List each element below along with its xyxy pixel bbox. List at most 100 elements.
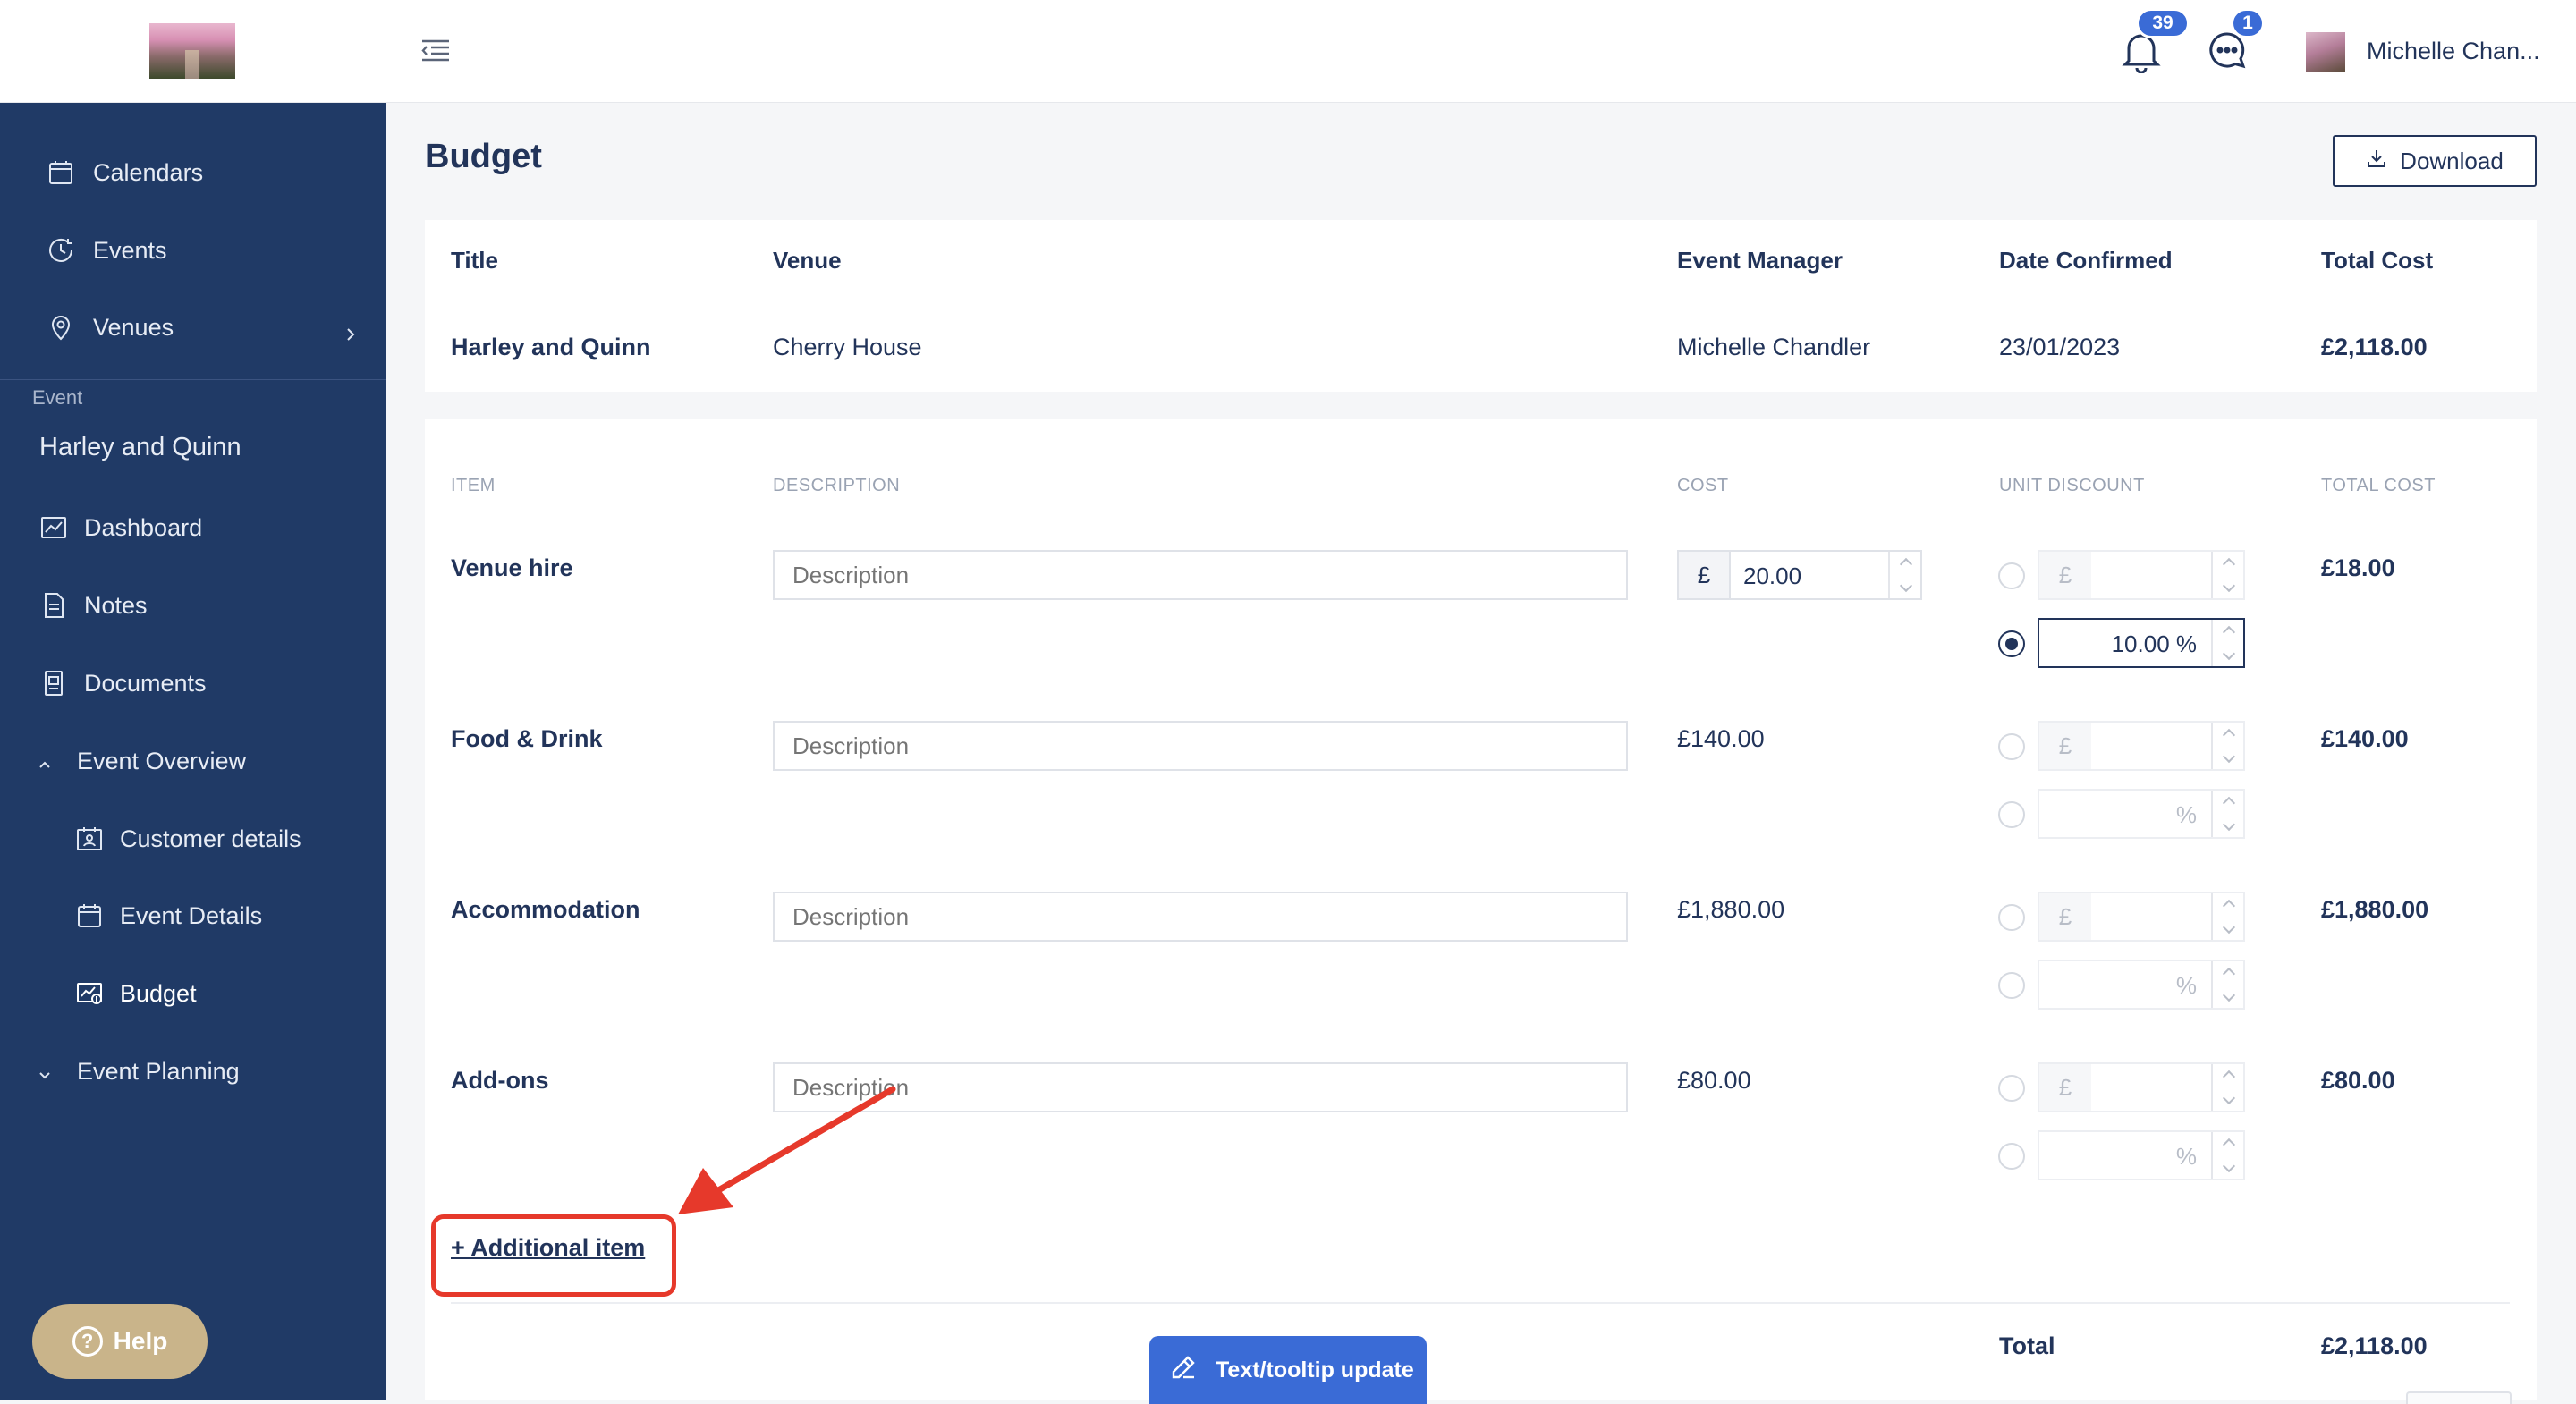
discount-amount-input[interactable]: £: [2038, 892, 2245, 942]
number-stepper[interactable]: [2211, 723, 2243, 769]
download-label: Download: [2400, 147, 2504, 174]
sidebar-item-label: Events: [93, 236, 167, 264]
sidebar-item-customer-details[interactable]: Customer details: [0, 812, 386, 866]
sidebar-item-documents[interactable]: Documents: [0, 656, 386, 710]
summary-manager: Michelle Chandler: [1677, 334, 1871, 360]
sidebar-item-event-details[interactable]: Event Details: [0, 889, 386, 943]
tooltip-update-label: Text/tooltip update: [1216, 1357, 1414, 1383]
contact-card-icon: [75, 825, 104, 853]
number-stepper[interactable]: [2211, 791, 2243, 837]
line-total: £1,880.00: [2321, 896, 2429, 923]
cost-value: £1,880.00: [1677, 896, 1785, 923]
sidebar-item-calendars[interactable]: Calendars: [0, 146, 386, 199]
header-total-cost: Total Cost: [2321, 247, 2434, 274]
sidebar-item-label: Customer details: [120, 825, 301, 852]
number-stepper[interactable]: [2211, 552, 2243, 598]
sidebar-item-label: Documents: [84, 669, 207, 697]
discount-percent-input[interactable]: 10.00 %: [2038, 618, 2245, 668]
calendar-icon: [47, 158, 75, 187]
description-input[interactable]: [773, 892, 1628, 942]
header-event-manager: Event Manager: [1677, 247, 1843, 274]
number-stepper[interactable]: [2211, 893, 2243, 940]
line-total: £80.00: [2321, 1067, 2395, 1094]
line-total: £18.00: [2321, 554, 2395, 581]
sidebar-item-events[interactable]: Events: [0, 224, 386, 277]
discount-percent-value: 10.00 %: [2111, 630, 2197, 657]
discount-amount-input[interactable]: £: [2038, 550, 2245, 600]
discount-percent-input[interactable]: %: [2038, 789, 2245, 839]
discount-amount-radio[interactable]: [1998, 1075, 2025, 1102]
number-stepper[interactable]: [2211, 961, 2243, 1008]
calendar-icon: [75, 901, 104, 930]
sidebar-item-label: Event Planning: [77, 1057, 240, 1085]
sidebar-item-notes[interactable]: Notes: [0, 579, 386, 632]
menu-collapse-icon[interactable]: [419, 34, 453, 68]
currency-prefix: £: [1679, 552, 1731, 598]
discount-percent-radio[interactable]: [1998, 1143, 2025, 1170]
sidebar-item-event-planning[interactable]: Event Planning: [0, 1045, 386, 1098]
summary-venue: Cherry House: [773, 334, 922, 360]
event-summary-card: Title Venue Event Manager Date Confirmed…: [425, 220, 2537, 392]
logo-area: [0, 0, 386, 103]
top-bar: 39 1 Michelle Chan...: [386, 0, 2576, 103]
discount-percent-input[interactable]: %: [2038, 960, 2245, 1010]
chevron-up-icon: [36, 752, 54, 770]
description-input[interactable]: [773, 721, 1628, 771]
sidebar-item-label: Notes: [84, 591, 148, 619]
currency-prefix: £: [2039, 1064, 2091, 1111]
currency-prefix: £: [2039, 723, 2091, 769]
company-logo[interactable]: [149, 23, 235, 79]
grand-total-value: £2,118.00: [2321, 1332, 2428, 1359]
line-total: £140.00: [2321, 725, 2409, 752]
description-input[interactable]: [773, 550, 1628, 600]
footer-action-button[interactable]: [2406, 1391, 2512, 1404]
chevron-down-icon: [36, 1062, 54, 1080]
discount-percent-radio[interactable]: [1998, 801, 2025, 828]
sidebar-item-budget[interactable]: Budget: [0, 967, 386, 1020]
avatar[interactable]: [2306, 32, 2345, 72]
location-pin-icon: [47, 313, 75, 342]
column-header-cost: COST: [1677, 476, 1729, 495]
chart-icon: [39, 513, 68, 542]
sidebar-item-label: Dashboard: [84, 513, 203, 541]
notes-icon: [39, 591, 68, 620]
user-name[interactable]: Michelle Chan...: [2367, 38, 2540, 65]
discount-percent-input[interactable]: %: [2038, 1130, 2245, 1180]
sidebar-item-event-overview[interactable]: Event Overview: [0, 734, 386, 788]
download-button[interactable]: Download: [2333, 135, 2537, 187]
item-name-venue-hire: Venue hire: [451, 554, 573, 581]
download-icon: [2366, 148, 2387, 175]
cost-value: £80.00: [1677, 1067, 1751, 1094]
column-header-total-cost: TOTAL COST: [2321, 476, 2436, 495]
header-title: Title: [451, 247, 498, 274]
text-tooltip-update-button[interactable]: Text/tooltip update: [1149, 1336, 1427, 1404]
question-icon: ?: [72, 1326, 103, 1357]
sidebar-event-name: Harley and Quinn: [39, 433, 242, 461]
clock-icon: [47, 236, 75, 265]
number-stepper[interactable]: [2211, 1132, 2243, 1179]
discount-amount-radio[interactable]: [1998, 562, 2025, 589]
number-stepper[interactable]: [2211, 620, 2243, 666]
discount-amount-input[interactable]: £: [2038, 1062, 2245, 1112]
sidebar-item-venues[interactable]: Venues: [0, 300, 386, 354]
sidebar-item-dashboard[interactable]: Dashboard: [0, 501, 386, 554]
sidebar-item-label: Event Overview: [77, 747, 247, 774]
header-date-confirmed: Date Confirmed: [1999, 247, 2173, 274]
number-stepper[interactable]: [1888, 552, 1920, 598]
discount-percent-radio[interactable]: [1998, 630, 2025, 657]
sidebar-section-label: Event: [32, 386, 83, 409]
percent-suffix: %: [2175, 801, 2197, 828]
cost-value: £140.00: [1677, 725, 1765, 752]
discount-amount-input[interactable]: £: [2038, 721, 2245, 771]
chevron-right-icon: [343, 320, 358, 341]
help-button[interactable]: ? Help: [32, 1304, 208, 1379]
number-stepper[interactable]: [2211, 1064, 2243, 1111]
documents-icon: [39, 669, 68, 698]
percent-suffix: %: [2175, 972, 2197, 999]
discount-percent-radio[interactable]: [1998, 972, 2025, 999]
percent-suffix: %: [2175, 1143, 2197, 1170]
discount-amount-radio[interactable]: [1998, 733, 2025, 760]
annotation-highlight-box: [431, 1214, 676, 1297]
cost-input[interactable]: £ 20.00: [1677, 550, 1922, 600]
discount-amount-radio[interactable]: [1998, 904, 2025, 931]
